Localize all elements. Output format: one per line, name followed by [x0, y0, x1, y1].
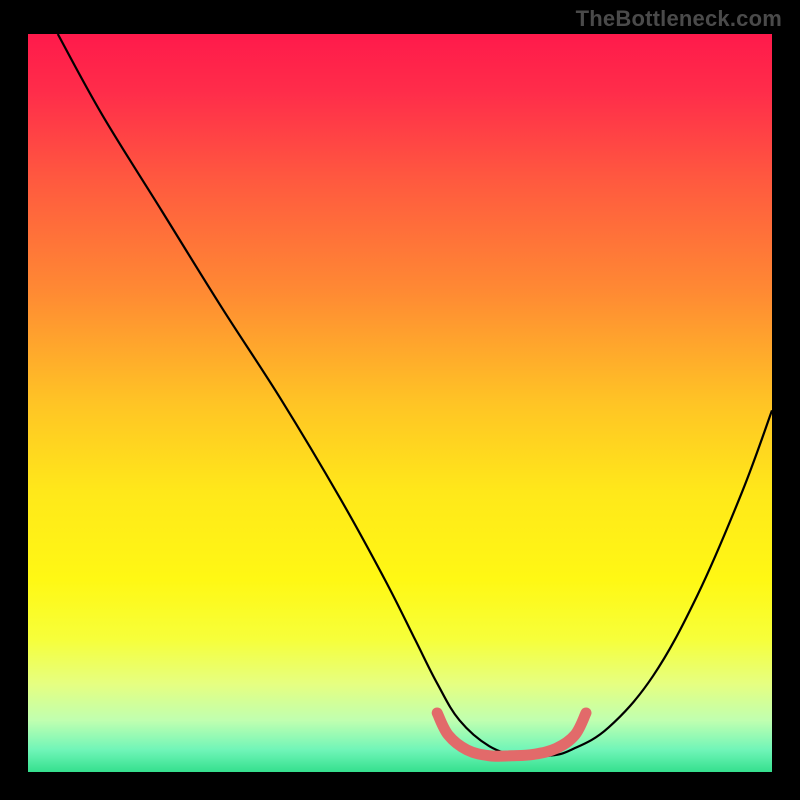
watermark-text: TheBottleneck.com [576, 6, 782, 32]
chart-background [28, 34, 772, 772]
chart-svg [28, 34, 772, 772]
chart-plot-area [28, 34, 772, 772]
chart-frame: TheBottleneck.com [0, 0, 800, 800]
